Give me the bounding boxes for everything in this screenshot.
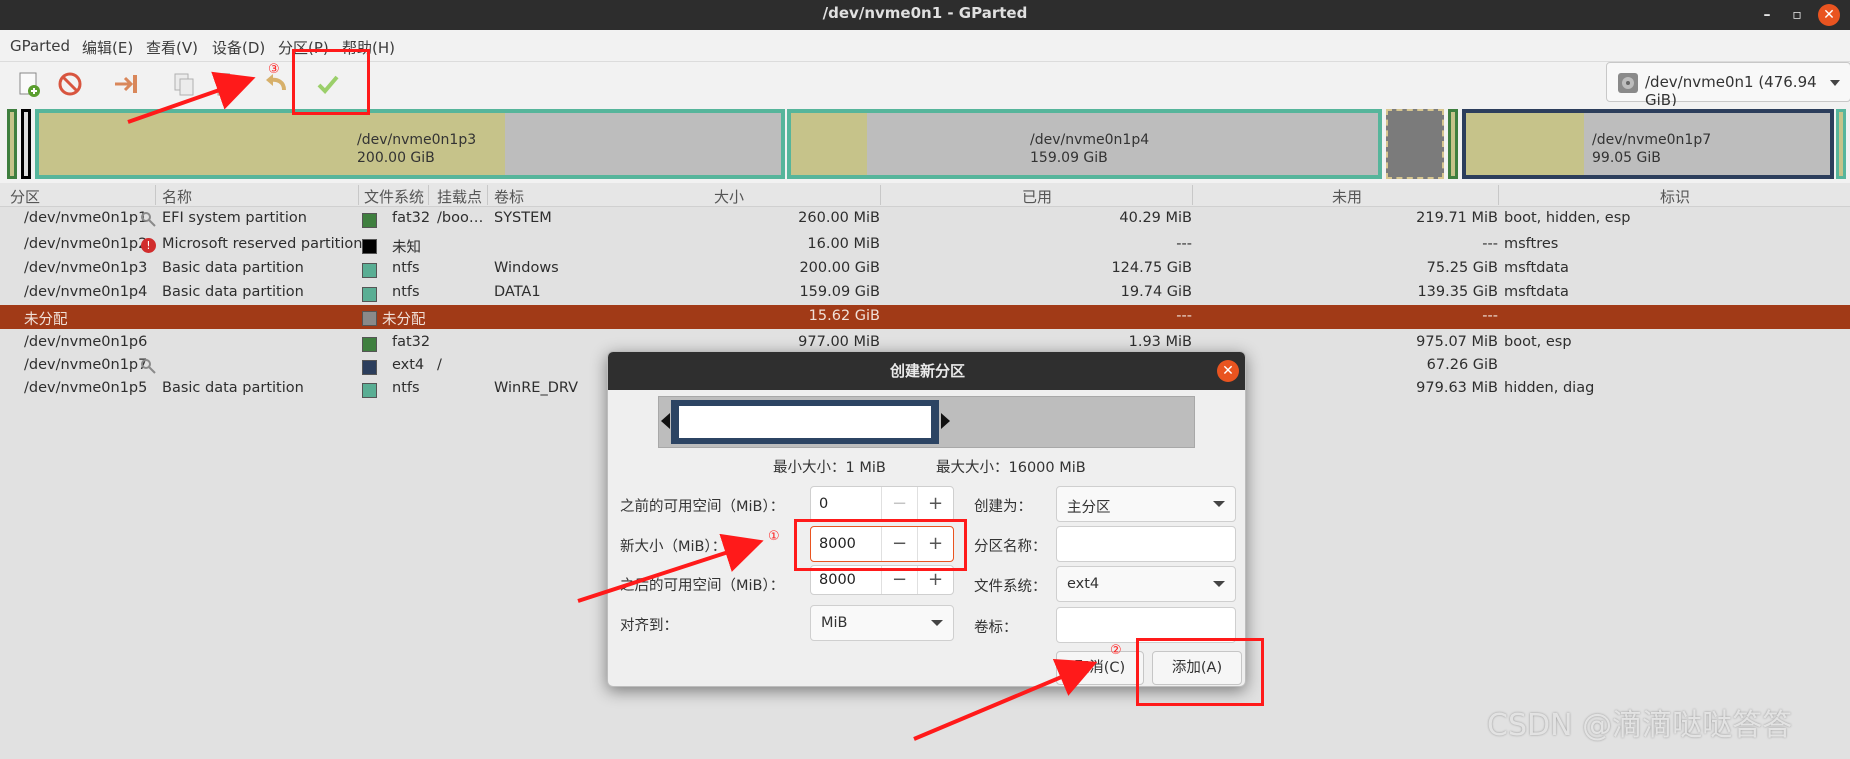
- annotation-number-2: ②: [1110, 643, 1122, 658]
- annotation-arrow: [913, 658, 1098, 741]
- annotation-number-3: ③: [268, 62, 280, 77]
- annotation-box-new-size: [794, 519, 967, 571]
- annotation-box-apply: [292, 49, 370, 115]
- annotation-box-add: [1136, 638, 1264, 706]
- annotation-number-1: ①: [768, 529, 780, 544]
- annotation-arrow: [577, 533, 764, 603]
- annotation-arrow: [127, 71, 256, 124]
- watermark: CSDN @滴滴哒哒答答: [1487, 708, 1793, 743]
- annotation-overlay: [127, 71, 1098, 741]
